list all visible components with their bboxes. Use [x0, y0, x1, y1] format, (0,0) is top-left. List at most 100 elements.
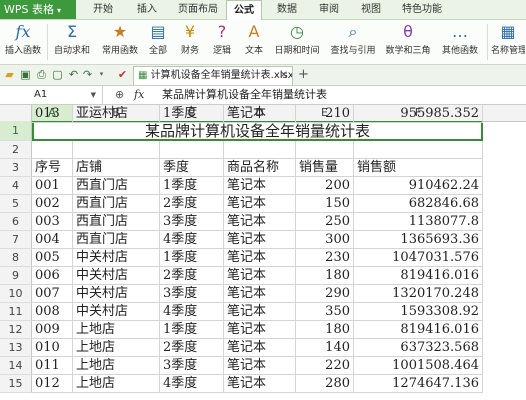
data-cell-col-e[interactable]: 150 — [296, 195, 354, 213]
data-cell-col-d[interactable]: 笔记本 — [224, 105, 296, 123]
data-cell-col-f[interactable]: 637323.568 — [354, 339, 483, 357]
spreadsheet-grid[interactable]: ABCDEF 1 2 3 4 5 6 7 8 9 10 11 12 13 14 15 某品牌计算机设备全年销量… — [0, 105, 526, 400]
menu-data[interactable]: 数据 — [270, 0, 304, 19]
data-cell-col-c[interactable]: 1季度 — [160, 177, 224, 195]
name-box[interactable]: A1 ▼ — [0, 86, 103, 104]
data-cell-col-d[interactable]: 笔记本 — [224, 321, 296, 339]
row-header-15[interactable]: 15 — [0, 375, 32, 393]
row-header-14[interactable]: 14 — [0, 357, 32, 375]
data-cell-col-c[interactable]: 3季度 — [160, 357, 224, 375]
fx-icon[interactable]: fx — [134, 86, 144, 104]
format-painter-icon[interactable]: ✔ — [116, 68, 129, 81]
row-header-5[interactable]: 5 — [0, 195, 32, 213]
data-cell-col-d[interactable]: 笔记本 — [224, 177, 296, 195]
data-cell-col-e[interactable]: 200 — [296, 177, 354, 195]
data-cell-col-a[interactable]: 004 — [32, 231, 73, 249]
row-header-9[interactable]: 9 — [0, 267, 32, 285]
empty-cell[interactable] — [296, 141, 354, 159]
header-cell-col-c[interactable]: 季度 — [160, 159, 224, 177]
undo-icon[interactable]: ↶ — [67, 68, 80, 81]
app-menu-button[interactable]: WPS 表格 ▾ — [0, 0, 76, 19]
data-cell-col-f[interactable]: 1138077.8 — [354, 213, 483, 231]
row-header-6[interactable]: 6 — [0, 213, 32, 231]
empty-cell[interactable] — [224, 141, 296, 159]
lookup-reference-button[interactable]: ⌕ 查找与引用 — [327, 22, 379, 62]
zoom-icon[interactable]: ⊕ — [115, 87, 124, 103]
menu-insert[interactable]: 插入 — [130, 0, 164, 19]
data-cell-col-c[interactable]: 4季度 — [160, 303, 224, 321]
data-cell-col-d[interactable]: 笔记本 — [224, 339, 296, 357]
print-icon[interactable]: ⎙ — [35, 68, 48, 81]
menu-special[interactable]: 特色功能 — [396, 0, 448, 19]
data-cell-col-a[interactable]: 011 — [32, 357, 73, 375]
data-cell-col-c[interactable]: 2季度 — [160, 339, 224, 357]
data-cell-col-e[interactable]: 250 — [296, 213, 354, 231]
all-functions-button[interactable]: ▤ 全部 — [145, 22, 171, 62]
empty-cell[interactable] — [73, 141, 160, 159]
data-cell-col-d[interactable]: 笔记本 — [224, 375, 296, 393]
data-cell-col-f[interactable]: 1320170.248 — [354, 285, 483, 303]
data-cell-col-e[interactable]: 180 — [296, 267, 354, 285]
logical-button[interactable]: ? 逻辑 — [207, 22, 237, 62]
data-cell-col-c[interactable]: 4季度 — [160, 231, 224, 249]
data-cell-col-a[interactable]: 013 — [32, 105, 73, 123]
data-cell-col-e[interactable]: 210 — [296, 105, 354, 123]
menu-page-layout[interactable]: 页面布局 — [172, 0, 224, 19]
data-cell-col-f[interactable]: 955985.352 — [354, 105, 483, 123]
row-header-13[interactable]: 13 — [0, 339, 32, 357]
data-cell-col-d[interactable]: 笔记本 — [224, 267, 296, 285]
chevron-down-icon[interactable]: ▼ — [91, 86, 96, 104]
data-cell-col-f[interactable]: 910462.24 — [354, 177, 483, 195]
select-all-corner[interactable] — [0, 105, 32, 121]
data-cell-col-c[interactable]: 3季度 — [160, 285, 224, 303]
row-header-8[interactable]: 8 — [0, 249, 32, 267]
data-cell-col-b[interactable]: 中关村店 — [73, 285, 160, 303]
data-cell-col-a[interactable]: 008 — [32, 303, 73, 321]
header-cell-col-b[interactable]: 店铺 — [73, 159, 160, 177]
data-cell-col-a[interactable]: 012 — [32, 375, 73, 393]
data-cell-col-a[interactable]: 003 — [32, 213, 73, 231]
data-cell-col-b[interactable]: 西直门店 — [73, 213, 160, 231]
empty-cell[interactable] — [354, 141, 483, 159]
new-tab-button[interactable]: + — [298, 66, 309, 84]
row-header-4[interactable]: 4 — [0, 177, 32, 195]
data-cell-col-c[interactable]: 2季度 — [160, 195, 224, 213]
data-cell-col-b[interactable]: 亚运村店 — [73, 105, 160, 123]
data-cell-col-b[interactable]: 上地店 — [73, 321, 160, 339]
redo-icon[interactable]: ↷ — [81, 68, 94, 81]
financial-button[interactable]: ¥ 财务 — [175, 22, 205, 62]
data-cell-col-b[interactable]: 中关村店 — [73, 303, 160, 321]
data-cell-col-d[interactable]: 笔记本 — [224, 213, 296, 231]
data-cell-col-f[interactable]: 682846.68 — [354, 195, 483, 213]
data-cell-col-b[interactable]: 上地店 — [73, 375, 160, 393]
menu-home[interactable]: 开始 — [86, 0, 120, 19]
formula-input[interactable]: 某品牌计算机设备全年销量统计表 — [162, 86, 327, 104]
row-header-3[interactable]: 3 — [0, 159, 32, 177]
empty-cell[interactable] — [32, 141, 73, 159]
data-cell-col-f[interactable]: 1047031.576 — [354, 249, 483, 267]
data-cell-col-e[interactable]: 230 — [296, 249, 354, 267]
data-cell-col-d[interactable]: 笔记本 — [224, 231, 296, 249]
data-cell-col-d[interactable]: 笔记本 — [224, 285, 296, 303]
data-cell-col-d[interactable]: 笔记本 — [224, 357, 296, 375]
menu-view[interactable]: 视图 — [354, 0, 388, 19]
data-cell-col-e[interactable]: 350 — [296, 303, 354, 321]
data-cell-col-e[interactable]: 220 — [296, 357, 354, 375]
data-cell-col-d[interactable]: 笔记本 — [224, 195, 296, 213]
row-header-10[interactable]: 10 — [0, 285, 32, 303]
data-cell-col-e[interactable]: 300 — [296, 231, 354, 249]
name-manager-button[interactable]: ▦ 名称管理 — [491, 22, 525, 62]
header-cell-col-f[interactable]: 销售额 — [354, 159, 483, 177]
document-tab[interactable]: ▦ 计算机设备全年销量统计表.xlsx * ✕ — [133, 66, 293, 85]
data-cell-col-b[interactable]: 西直门店 — [73, 177, 160, 195]
data-cell-col-a[interactable]: 002 — [32, 195, 73, 213]
row-header-11[interactable]: 11 — [0, 303, 32, 321]
sheet-title-cell[interactable]: 某品牌计算机设备全年销量统计表 — [32, 121, 483, 141]
data-cell-col-a[interactable]: 007 — [32, 285, 73, 303]
data-cell-col-b[interactable]: 西直门店 — [73, 231, 160, 249]
row-header-2[interactable]: 2 — [0, 141, 32, 159]
header-cell-col-e[interactable]: 销售量 — [296, 159, 354, 177]
save-icon[interactable]: ▣ — [19, 68, 32, 81]
insert-function-button[interactable]: fx 插入函数 — [2, 22, 44, 62]
data-cell-col-b[interactable]: 中关村店 — [73, 267, 160, 285]
